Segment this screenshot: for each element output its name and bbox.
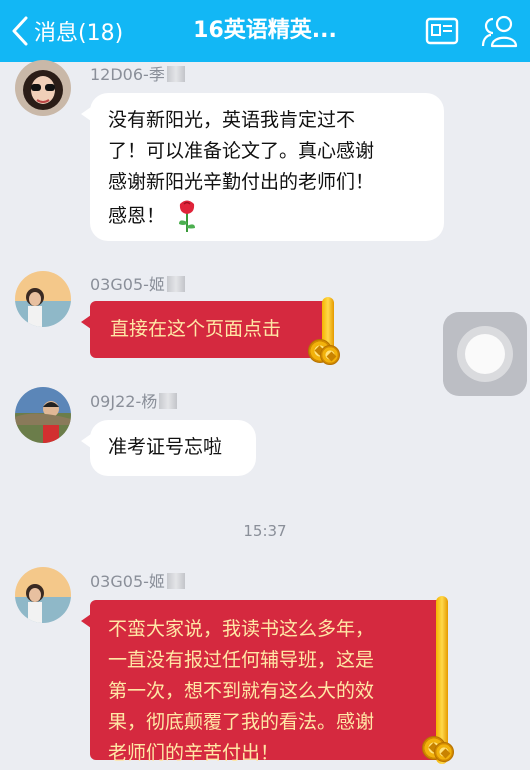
message-line: 准考证号忘啦 xyxy=(108,436,223,458)
group-members-button[interactable] xyxy=(480,13,518,49)
sender-name: 09J22-杨 xyxy=(90,388,178,412)
red-packet-message[interactable]: 不蛮大家说，我读书这么多年， 一直没有报过任何辅导班，这是 第一次，想不到就有这… xyxy=(81,596,454,764)
red-packet-text: 直接在这个页面点击 xyxy=(110,318,282,340)
message-line: 感恩！ xyxy=(108,198,426,234)
message-timestamp: 15:37 xyxy=(243,522,287,540)
red-packet-message[interactable]: 直接在这个页面点击 xyxy=(81,297,340,365)
profile-card-icon xyxy=(425,17,459,45)
group-members-icon xyxy=(481,15,518,48)
redacted-name-blur xyxy=(159,393,178,409)
red-packet-text: 不蛮大家说，我读书这么多年， xyxy=(108,618,375,640)
coin-icon xyxy=(320,345,340,365)
red-packet-text: 第一次，想不到就有这么大的效 xyxy=(108,680,375,702)
red-packet-text: 一直没有报过任何辅导班，这是 xyxy=(108,649,375,671)
avatar-woman-sunset[interactable] xyxy=(15,567,71,623)
message-bubble[interactable]: 准考证号忘啦 xyxy=(81,420,256,476)
sender-name: 12D06-季 xyxy=(90,61,185,85)
assistive-touch-button[interactable] xyxy=(443,312,527,396)
avatar-man-landscape[interactable] xyxy=(15,387,71,443)
avatar-woman-sunglasses[interactable] xyxy=(15,60,71,116)
chevron-left-icon xyxy=(12,16,28,46)
message-line: 感谢新阳光辛勤付出的老师们！ xyxy=(108,171,375,193)
redacted-name-blur xyxy=(166,276,185,292)
redacted-name-blur xyxy=(166,66,185,82)
red-packet-text: 老师们的辛苦付出！ xyxy=(108,742,280,764)
message-line: 没有新阳光，英语我肯定过不 xyxy=(108,109,356,131)
back-label: 消息(18) xyxy=(34,21,124,46)
coin-icon xyxy=(434,742,454,762)
sender-name: 03G05-姬 xyxy=(90,271,185,295)
message-line: 了！可以准备论文了。真心感谢 xyxy=(108,140,375,162)
red-packet-text: 果，彻底颠覆了我的看法。感谢 xyxy=(108,711,375,733)
message-bubble[interactable]: 没有新阳光，英语我肯定过不 了！可以准备论文了。真心感谢 感谢新阳光辛勤付出的老… xyxy=(81,93,444,241)
sender-name: 03G05-姬 xyxy=(90,568,185,592)
rose-icon xyxy=(179,200,196,232)
back-button[interactable]: 消息(18) xyxy=(10,14,123,48)
group-info-button[interactable] xyxy=(424,13,460,49)
redacted-name-blur xyxy=(166,573,185,589)
avatar-woman-sunset[interactable] xyxy=(15,271,71,327)
chat-header: 消息(18) 16英语精英... xyxy=(0,0,530,62)
